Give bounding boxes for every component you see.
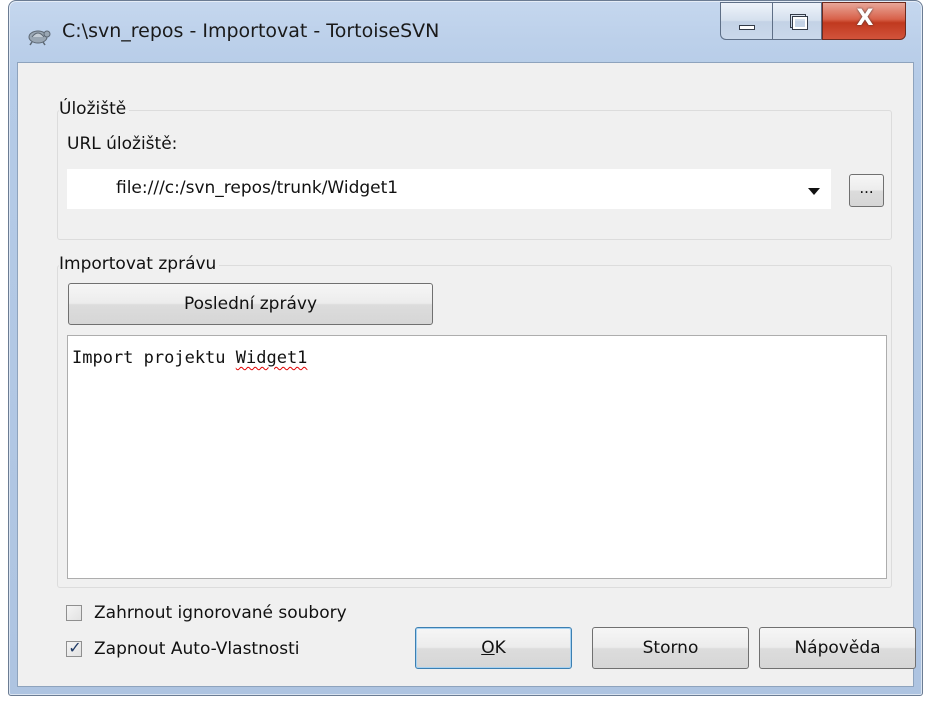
close-icon: X — [856, 6, 874, 31]
ok-mnemonic: O — [481, 638, 495, 658]
include-ignored-checkbox[interactable] — [66, 605, 82, 621]
repository-group-title: Úložiště — [59, 99, 130, 119]
ok-label-rest: K — [494, 638, 506, 658]
include-ignored-label: Zahrnout ignorované soubory — [94, 603, 347, 623]
url-combobox[interactable]: file:///c:/svn_repos/trunk/Widget1 — [67, 169, 831, 209]
minimize-button[interactable] — [720, 2, 772, 40]
url-value: file:///c:/svn_repos/trunk/Widget1 — [116, 178, 399, 198]
close-button[interactable]: X — [822, 2, 906, 40]
window-title: C:\svn_repos - Importovat - TortoiseSVN — [62, 20, 440, 42]
dialog-client-area: Úložiště URL úložiště: file:///c:/svn_re… — [17, 62, 916, 687]
repository-group: Úložiště URL úložiště: file:///c:/svn_re… — [57, 99, 892, 240]
help-button[interactable]: Nápověda — [759, 627, 916, 669]
ok-button[interactable]: OK — [415, 627, 572, 669]
misspelled-word: Widget1 — [235, 348, 308, 368]
caption-buttons: X — [720, 2, 910, 42]
message-group-title: Importovat zprávu — [59, 254, 220, 274]
browse-button[interactable]: ... — [849, 174, 884, 207]
url-label: URL úložiště: — [67, 134, 178, 154]
include-ignored-row[interactable]: Zahrnout ignorované soubory — [66, 603, 347, 623]
recent-messages-button[interactable]: Poslední zprávy — [68, 283, 433, 325]
message-text-prefix: Import projektu — [72, 348, 236, 368]
auto-props-checkbox[interactable]: ✓ — [66, 638, 82, 657]
maximize-icon — [790, 14, 808, 30]
dropdown-arrow-icon[interactable] — [808, 188, 820, 195]
message-group: Importovat zprávu Poslední zprávy Import… — [57, 254, 892, 588]
message-textarea[interactable]: Import projektu Widget1 — [67, 335, 887, 579]
import-dialog: C:\svn_repos - Importovat - TortoiseSVN … — [0, 0, 931, 702]
tortoisesvn-icon — [28, 30, 51, 46]
auto-props-label: Zapnout Auto-Vlastnosti — [94, 639, 300, 659]
cancel-button[interactable]: Storno — [592, 627, 749, 669]
minimize-icon — [739, 25, 755, 30]
message-text: Import projektu Widget1 — [72, 348, 307, 368]
checkmark-icon: ✓ — [68, 638, 82, 657]
auto-props-row[interactable]: ✓ Zapnout Auto-Vlastnosti — [66, 638, 300, 659]
maximize-button[interactable] — [772, 2, 822, 40]
